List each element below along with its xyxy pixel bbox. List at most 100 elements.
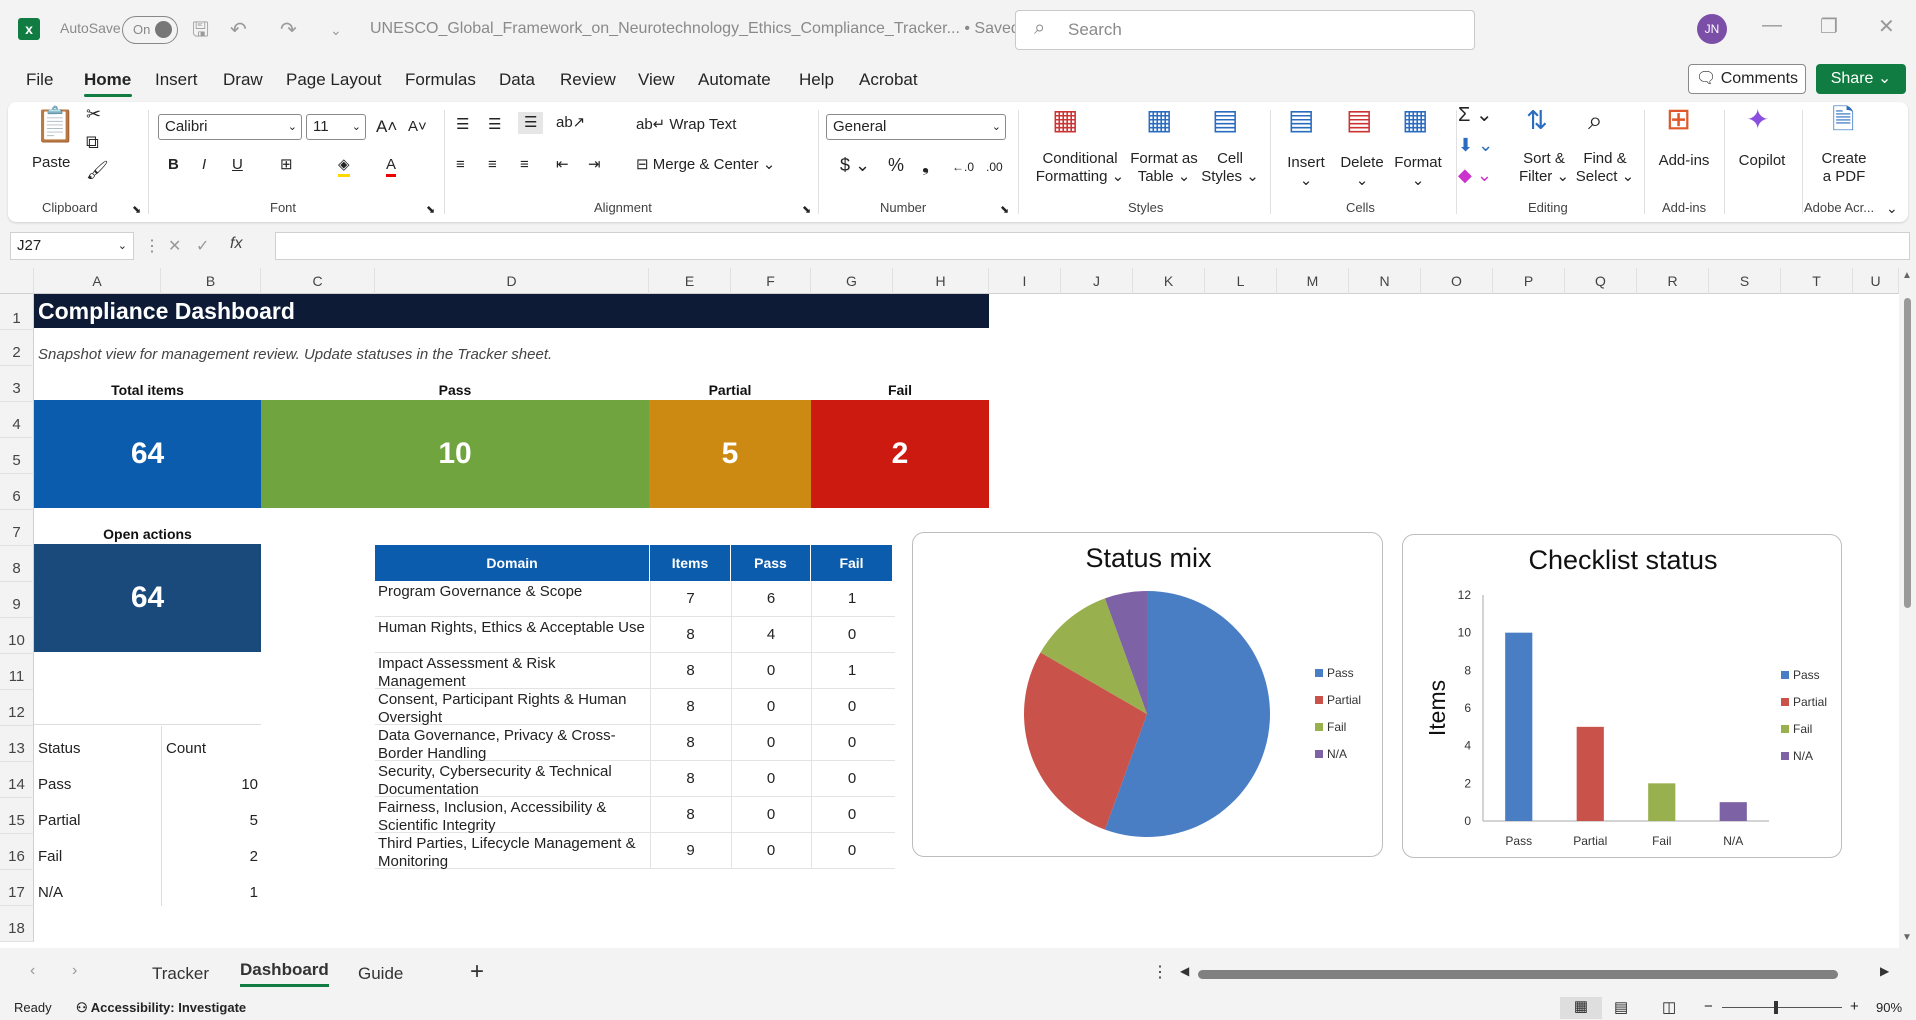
- column-header[interactable]: G: [811, 268, 893, 294]
- cell-styles-icon[interactable]: ▤: [1212, 106, 1238, 134]
- font-color-icon[interactable]: A: [386, 156, 397, 177]
- paste-label[interactable]: Paste: [32, 154, 70, 172]
- column-header[interactable]: C: [261, 268, 375, 294]
- create-pdf-button[interactable]: Create a PDF: [1812, 150, 1876, 186]
- column-header[interactable]: H: [893, 268, 989, 294]
- tab-automate[interactable]: Automate: [698, 70, 771, 90]
- italic-icon[interactable]: I: [202, 156, 206, 174]
- tab-view[interactable]: View: [638, 70, 675, 90]
- column-header[interactable]: I: [989, 268, 1061, 294]
- column-header[interactable]: N: [1349, 268, 1421, 294]
- accessibility-status[interactable]: ⚇ Accessibility: Investigate: [76, 1000, 246, 1016]
- scroll-down-icon[interactable]: ▼: [1902, 932, 1912, 943]
- delete-cells-button[interactable]: Delete ⌄: [1334, 154, 1390, 190]
- comma-icon[interactable]: ❟: [922, 156, 929, 174]
- zoom-slider-handle[interactable]: [1774, 1001, 1778, 1014]
- align-left-icon[interactable]: ≡: [456, 156, 465, 174]
- cell-styles-button[interactable]: Cell Styles ⌄: [1200, 150, 1260, 186]
- wrap-text-button[interactable]: ab↵ Wrap Text: [636, 116, 736, 134]
- copilot-button[interactable]: Copilot: [1730, 152, 1794, 170]
- row-header[interactable]: 10: [0, 618, 34, 654]
- scroll-left-icon[interactable]: ◀: [1180, 964, 1189, 978]
- select-all-corner[interactable]: [0, 268, 34, 294]
- dialog-launcher-icon[interactable]: ⬊: [426, 198, 435, 222]
- row-header[interactable]: 7: [0, 510, 34, 546]
- search-box[interactable]: ⌕ Search: [1015, 10, 1475, 50]
- delete-cells-icon[interactable]: ▤: [1346, 106, 1372, 134]
- dialog-launcher-icon[interactable]: ⬊: [132, 198, 141, 222]
- bar[interactable]: [1648, 783, 1676, 821]
- ribbon-collapse-icon[interactable]: ⌄: [1886, 196, 1898, 220]
- save-icon[interactable]: 🖫: [192, 16, 209, 44]
- find-select-icon[interactable]: ⌕: [1588, 107, 1603, 133]
- avatar[interactable]: JN: [1697, 14, 1727, 44]
- column-header[interactable]: P: [1493, 268, 1565, 294]
- scroll-right-icon[interactable]: ▶: [1880, 964, 1889, 978]
- format-as-table-button[interactable]: Format as Table ⌄: [1126, 150, 1202, 186]
- row-header[interactable]: 16: [0, 834, 34, 870]
- align-right-icon[interactable]: ≡: [520, 156, 529, 174]
- row-header[interactable]: 3: [0, 366, 34, 402]
- share-button[interactable]: Share ⌄: [1816, 64, 1906, 94]
- column-header[interactable]: A: [34, 268, 161, 294]
- align-top-icon[interactable]: ☰: [456, 116, 469, 134]
- format-as-table-icon[interactable]: ▦: [1146, 106, 1172, 134]
- copilot-icon[interactable]: ✦: [1746, 106, 1769, 134]
- vertical-scroll-thumb[interactable]: [1904, 298, 1911, 608]
- clear-icon[interactable]: ◆ ⌄: [1458, 166, 1492, 184]
- close-icon[interactable]: ✕: [1878, 14, 1895, 39]
- tab-review[interactable]: Review: [560, 70, 616, 90]
- column-header[interactable]: E: [649, 268, 731, 294]
- autosum-icon[interactable]: Σ ⌄: [1458, 105, 1493, 125]
- autosave-toggle[interactable]: On: [122, 16, 178, 44]
- prev-sheet-icon[interactable]: ‹: [30, 962, 35, 980]
- redo-icon[interactable]: ↷: [280, 16, 297, 44]
- bar[interactable]: [1576, 726, 1604, 821]
- document-title[interactable]: UNESCO_Global_Framework_on_Neurotechnolo…: [370, 20, 1020, 38]
- tab-file[interactable]: File: [26, 70, 53, 90]
- decrease-decimal-icon[interactable]: .00: [986, 158, 1003, 176]
- row-header[interactable]: 12: [0, 690, 34, 726]
- align-bottom-icon[interactable]: ☰: [518, 112, 544, 134]
- currency-icon[interactable]: $ ⌄: [840, 156, 870, 174]
- fill-icon[interactable]: ⬇ ⌄: [1458, 136, 1493, 154]
- bar[interactable]: [1719, 802, 1747, 821]
- decrease-indent-icon[interactable]: ⇤: [556, 156, 569, 174]
- add-ins-button[interactable]: Add-ins: [1652, 152, 1716, 170]
- more-options-icon[interactable]: ⋮: [1152, 962, 1168, 982]
- row-header[interactable]: 6: [0, 474, 34, 510]
- minimize-icon[interactable]: —: [1762, 14, 1782, 37]
- insert-cells-button[interactable]: Insert ⌄: [1278, 154, 1334, 190]
- status-mix-chart[interactable]: Status mix Pass Partial Fail N/A: [912, 532, 1383, 857]
- column-header[interactable]: F: [731, 268, 811, 294]
- sheet-tab-tracker[interactable]: Tracker: [152, 964, 209, 984]
- column-header[interactable]: D: [375, 268, 649, 294]
- comments-button[interactable]: 🗨 Comments: [1688, 64, 1806, 94]
- column-header[interactable]: J: [1061, 268, 1133, 294]
- find-select-button[interactable]: Find & Select ⌄: [1572, 150, 1638, 186]
- orientation-icon[interactable]: ab↗: [556, 114, 585, 132]
- paste-icon[interactable]: 📋: [34, 106, 76, 144]
- insert-function-icon[interactable]: fx: [230, 235, 242, 253]
- number-format-dropdown[interactable]: General ⌄: [826, 114, 1006, 140]
- format-cells-icon[interactable]: ▦: [1402, 106, 1428, 134]
- row-header[interactable]: 8: [0, 546, 34, 582]
- conditional-formatting-button[interactable]: Conditional Formatting ⌄: [1032, 150, 1128, 186]
- underline-icon[interactable]: U: [232, 156, 243, 174]
- font-name-dropdown[interactable]: Calibri ⌄: [158, 114, 302, 140]
- increase-decimal-icon[interactable]: ←.0: [952, 158, 974, 176]
- column-header[interactable]: K: [1133, 268, 1205, 294]
- checklist-status-chart[interactable]: Checklist status 0 2 4 6 8 10 12 Pass Partial Fai…: [1402, 534, 1842, 858]
- row-header[interactable]: 4: [0, 402, 34, 438]
- copy-icon[interactable]: ⧉: [86, 130, 99, 154]
- tab-acrobat[interactable]: Acrobat: [859, 70, 918, 90]
- column-header[interactable]: T: [1781, 268, 1853, 294]
- next-sheet-icon[interactable]: ›: [72, 962, 77, 980]
- bar[interactable]: [1505, 632, 1533, 821]
- vertical-scrollbar[interactable]: ▲ ▼: [1899, 268, 1916, 948]
- row-header[interactable]: 11: [0, 654, 34, 690]
- zoom-slider[interactable]: [1722, 1007, 1842, 1008]
- tab-help[interactable]: Help: [799, 70, 834, 90]
- dialog-launcher-icon[interactable]: ⬊: [1000, 198, 1009, 222]
- row-header[interactable]: 14: [0, 762, 34, 798]
